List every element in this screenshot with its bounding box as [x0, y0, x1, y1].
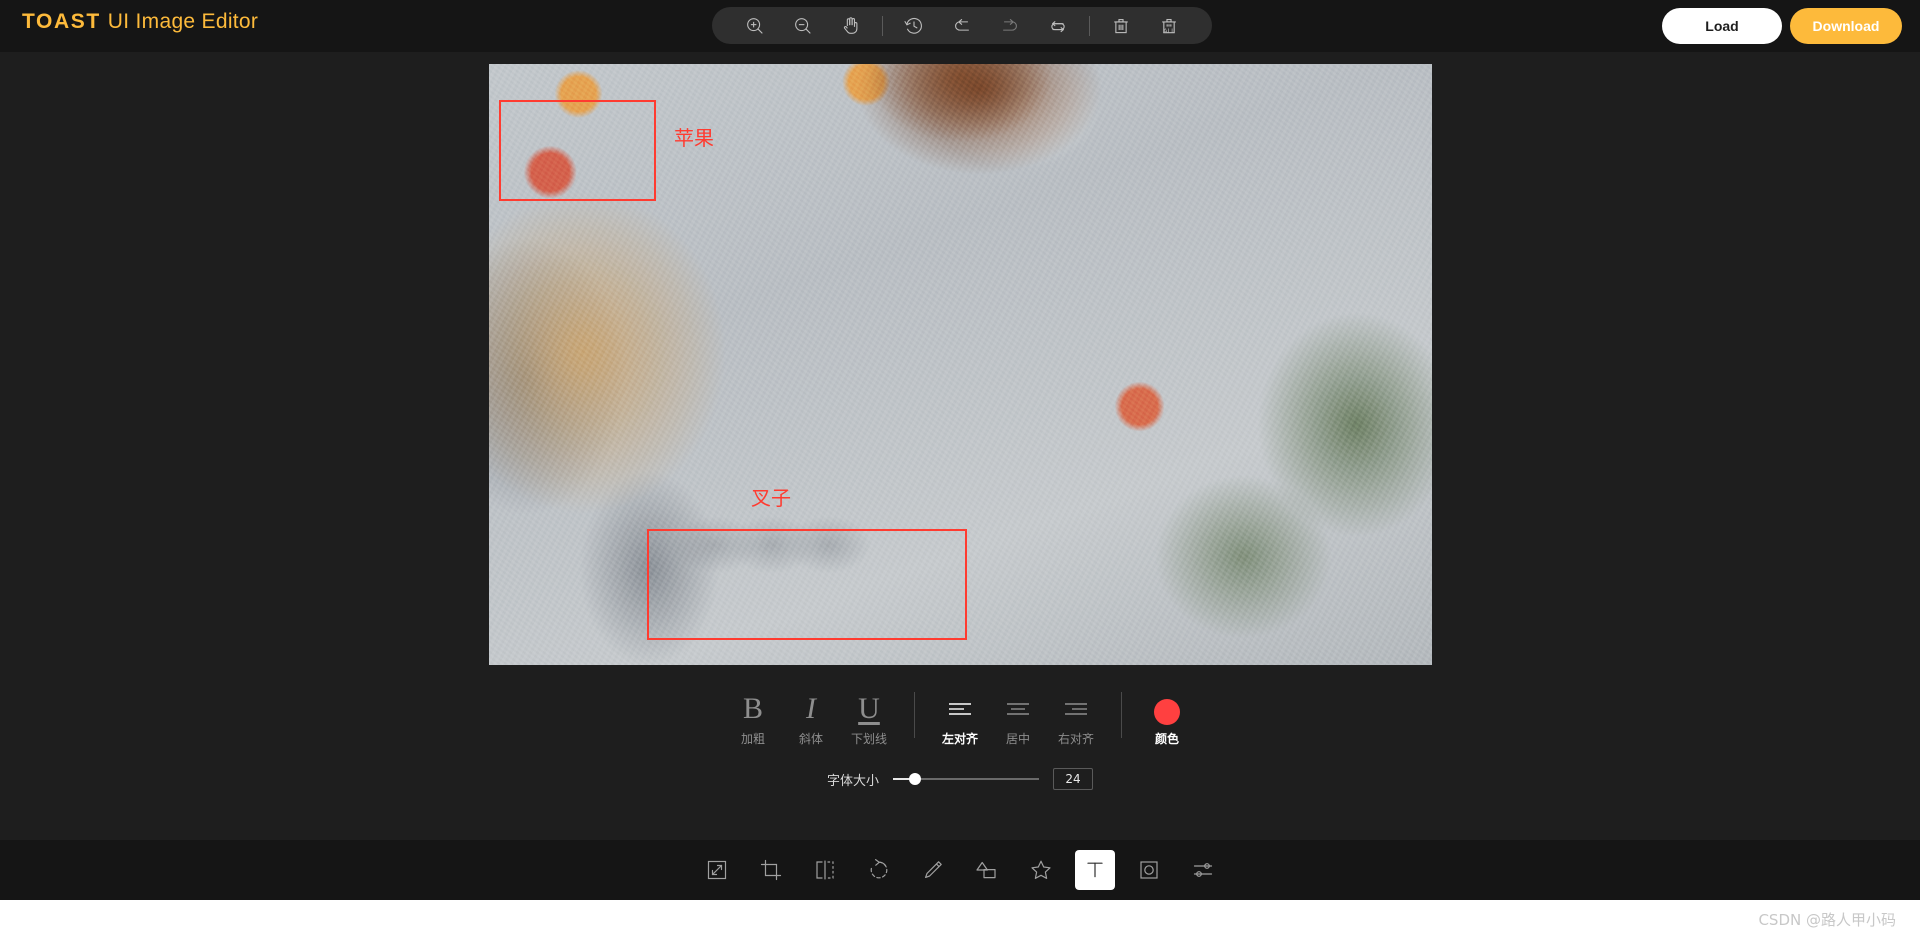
- hand-icon[interactable]: [827, 7, 875, 44]
- download-button[interactable]: Download: [1790, 8, 1902, 44]
- delete-all-icon[interactable]: ALL: [1145, 7, 1193, 44]
- text-style-row: B 加粗 I 斜体 U 下划线 左对齐 居中 右对齐 颜色: [0, 690, 1920, 758]
- underline-icon: U: [858, 692, 880, 725]
- align-center-icon: [1004, 690, 1032, 728]
- reset-icon[interactable]: [1034, 7, 1082, 44]
- delete-icon[interactable]: [1097, 7, 1145, 44]
- resize-icon[interactable]: [697, 850, 737, 890]
- text-icon[interactable]: [1075, 850, 1115, 890]
- bold-button[interactable]: B 加粗: [724, 690, 782, 747]
- text-panel-divider-2: [1121, 692, 1122, 738]
- align-right-icon: [1062, 690, 1090, 728]
- logo-sub-text: UI Image Editor: [107, 10, 259, 33]
- bold-icon: B: [742, 692, 763, 725]
- underline-label: 下划线: [850, 732, 887, 746]
- zoom-out-icon[interactable]: [779, 7, 827, 44]
- color-dot: [1154, 698, 1180, 725]
- text-color-label: 颜色: [1154, 732, 1179, 746]
- slider-knob[interactable]: [909, 773, 921, 785]
- filter-icon[interactable]: [1183, 850, 1223, 890]
- bottom-toolbar: [0, 840, 1920, 900]
- font-size-slider[interactable]: [893, 771, 1039, 787]
- shape-icon[interactable]: [967, 850, 1007, 890]
- edited-image[interactable]: 苹果 叉子: [489, 64, 1432, 665]
- load-button[interactable]: Load: [1662, 8, 1782, 44]
- crop-icon[interactable]: [751, 850, 791, 890]
- csdn-watermark: CSDN @路人甲小码: [1758, 911, 1896, 929]
- color-swatch-icon: [1154, 690, 1180, 728]
- undo-icon[interactable]: [938, 7, 986, 44]
- bold-label: 加粗: [740, 732, 765, 746]
- italic-button[interactable]: I 斜体: [782, 690, 840, 747]
- svg-text:ALL: ALL: [1163, 27, 1175, 34]
- toolbar-divider-1: [882, 15, 883, 36]
- annotation-label-fork[interactable]: 叉子: [751, 489, 791, 509]
- top-toolbar: ALL: [712, 7, 1212, 44]
- align-center-label: 居中: [1005, 732, 1030, 746]
- rotate-icon[interactable]: [859, 850, 899, 890]
- text-color-button[interactable]: 颜色: [1138, 690, 1196, 747]
- italic-label: 斜体: [798, 732, 823, 746]
- align-right-label: 右对齐: [1057, 732, 1094, 746]
- annotation-label-apple[interactable]: 苹果: [674, 129, 714, 149]
- align-left-label: 左对齐: [941, 732, 978, 746]
- photo-texture-overlay: [489, 64, 1432, 665]
- zoom-in-icon[interactable]: [731, 7, 779, 44]
- font-size-row: 字体大小 24: [0, 762, 1920, 796]
- history-icon[interactable]: [890, 7, 938, 44]
- toolbar-divider-2: [1089, 15, 1090, 36]
- mask-icon[interactable]: [1129, 850, 1169, 890]
- text-options-panel: B 加粗 I 斜体 U 下划线 左对齐 居中 右对齐 颜色 字体大小 24: [0, 690, 1920, 805]
- align-left-button[interactable]: 左对齐: [931, 690, 989, 747]
- align-left-icon: [946, 690, 974, 728]
- logo-brand-text: TOAST: [22, 10, 101, 33]
- header-bar: TOAST UI Image Editor ALL Load Download: [0, 0, 1920, 52]
- text-panel-divider-1: [914, 692, 915, 738]
- draw-icon[interactable]: [913, 850, 953, 890]
- flip-icon[interactable]: [805, 850, 845, 890]
- font-size-input[interactable]: 24: [1053, 768, 1093, 790]
- align-center-button[interactable]: 居中: [989, 690, 1047, 747]
- redo-icon[interactable]: [986, 7, 1034, 44]
- icon-star-icon[interactable]: [1021, 850, 1061, 890]
- image-editor-app: TOAST UI Image Editor ALL Load Download …: [0, 0, 1920, 937]
- underline-button[interactable]: U 下划线: [840, 690, 898, 747]
- italic-icon: I: [806, 692, 816, 725]
- footer-area: CSDN @路人甲小码: [0, 900, 1920, 937]
- app-logo: TOAST UI Image Editor: [22, 10, 258, 34]
- align-right-button[interactable]: 右对齐: [1047, 690, 1105, 747]
- font-size-label: 字体大小: [826, 773, 879, 789]
